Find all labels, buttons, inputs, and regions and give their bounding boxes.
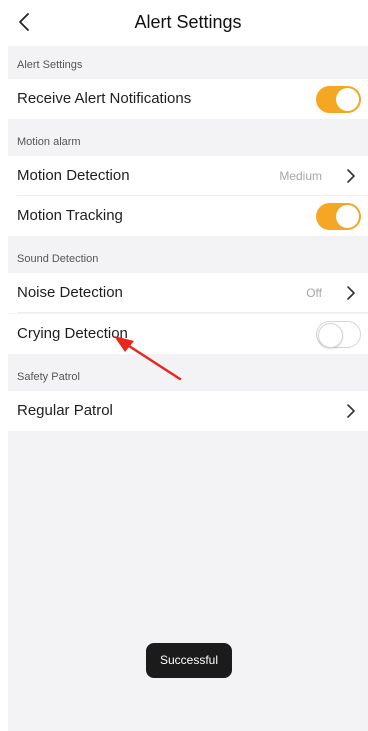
annotation-arrow [114, 336, 182, 381]
row-label: Receive Alert Notifications [17, 90, 192, 107]
chevron-right-icon [347, 404, 355, 418]
toggle-knob [318, 323, 343, 348]
row-noise-detection[interactable]: Noise Detection Off [8, 273, 368, 313]
chevron-right-icon [347, 286, 355, 300]
chevron-right-icon [347, 169, 355, 183]
receive-alert-notifications-toggle[interactable] [316, 86, 361, 113]
row-motion-detection[interactable]: Motion Detection Medium [8, 156, 368, 196]
row-value: Off [306, 286, 322, 300]
success-toast: Successful [146, 643, 232, 678]
row-motion-tracking[interactable]: Motion Tracking [8, 196, 368, 236]
row-regular-patrol[interactable]: Regular Patrol [8, 391, 368, 431]
toggle-knob [336, 88, 359, 111]
toggle-knob [336, 205, 359, 228]
row-label: Motion Tracking [17, 207, 123, 224]
divider [17, 312, 368, 313]
row-label: Noise Detection [17, 284, 123, 301]
row-receive-alert-notifications[interactable]: Receive Alert Notifications [8, 79, 368, 119]
crying-detection-toggle[interactable] [316, 321, 361, 348]
motion-tracking-toggle[interactable] [316, 203, 361, 230]
row-label: Regular Patrol [17, 402, 113, 419]
section-header-sound: Sound Detection [17, 253, 99, 265]
row-value: Medium [279, 169, 322, 183]
top-bar: Alert Settings [8, 0, 368, 46]
section-header-motion: Motion alarm [17, 136, 81, 148]
section-header-alert: Alert Settings [17, 59, 83, 71]
row-label: Motion Detection [17, 167, 130, 184]
page-title: Alert Settings [134, 12, 242, 32]
